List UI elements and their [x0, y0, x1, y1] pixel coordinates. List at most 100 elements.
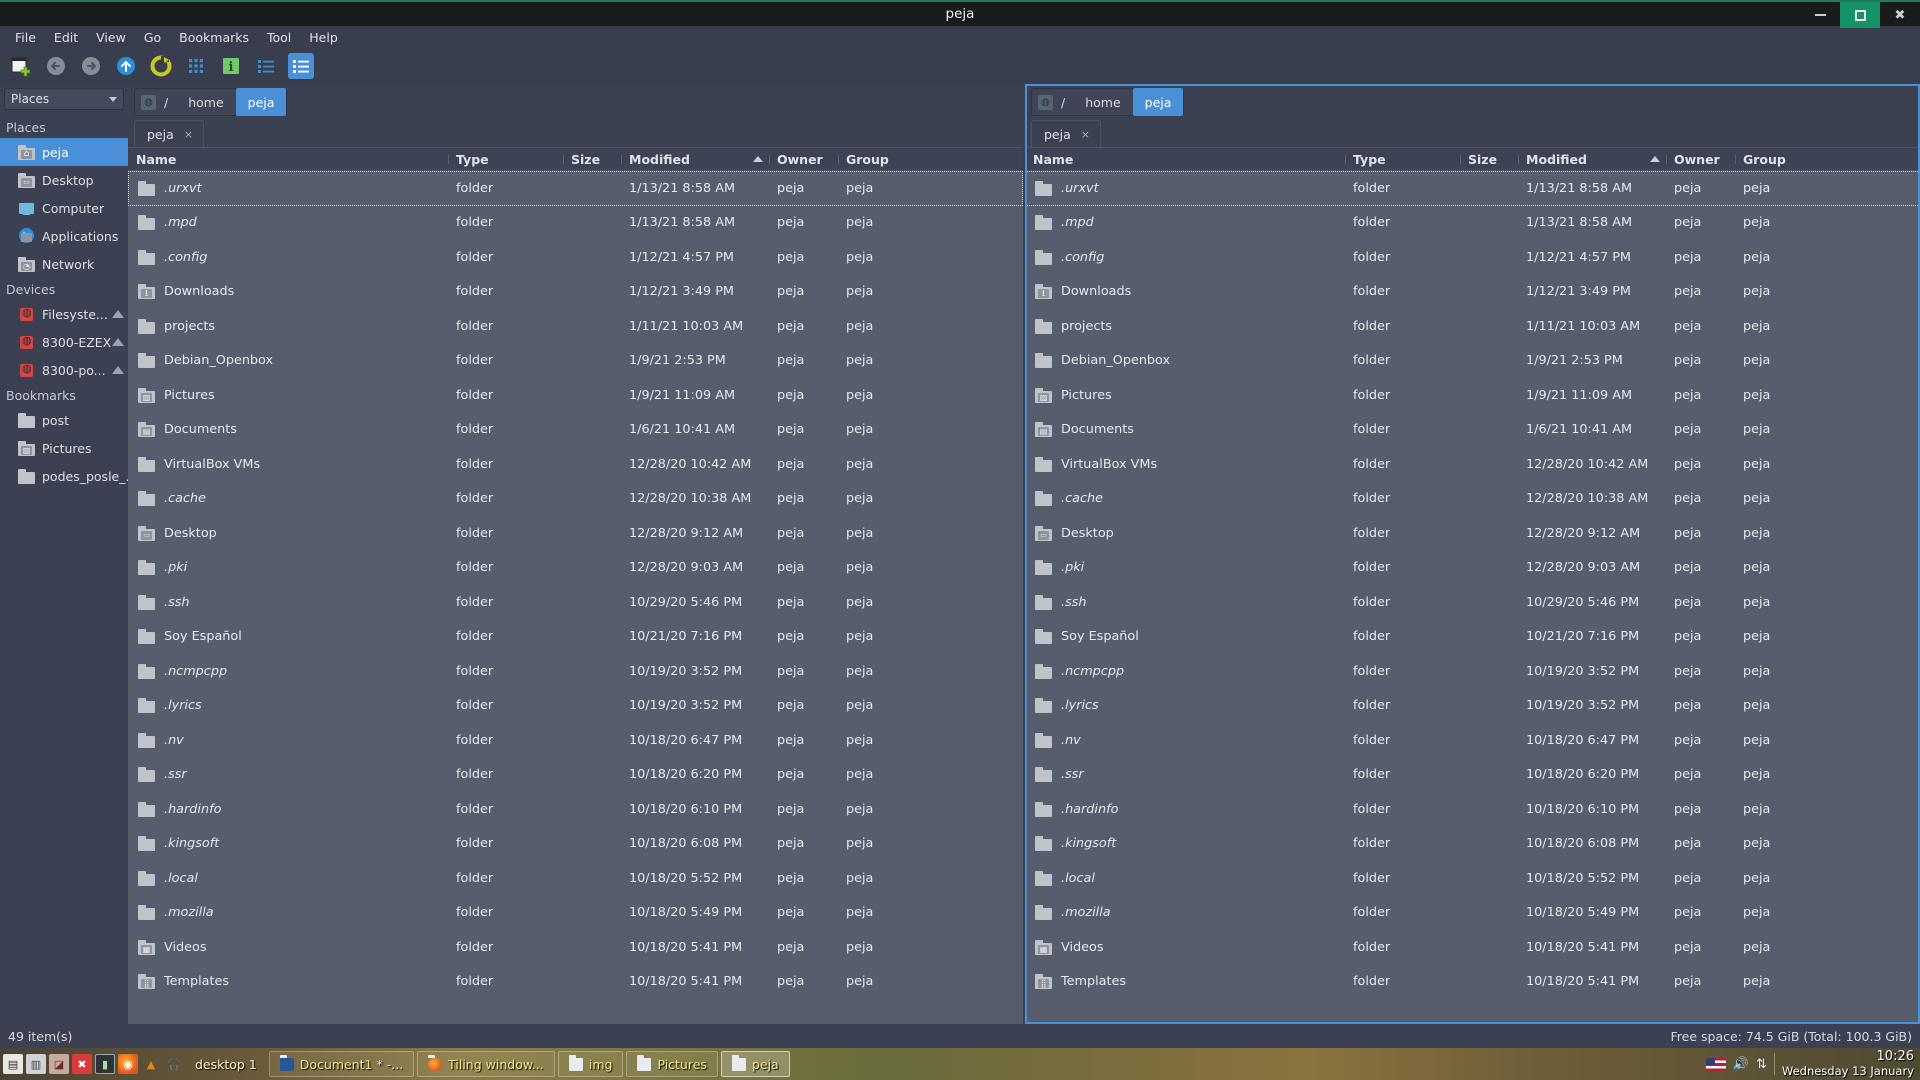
column-header-modified[interactable]: Modified — [1518, 152, 1666, 167]
minimize-button[interactable] — [1800, 2, 1840, 28]
sidebar-item-8300-ezex[interactable]: 8300-EZEX — [0, 328, 128, 356]
table-row[interactable]: Documents folder 1/6/21 10:41 AM peja peja — [128, 413, 1023, 448]
headphones-icon[interactable]: 🎧 — [164, 1054, 184, 1074]
table-row[interactable]: .ssr folder 10/18/20 6:20 PM peja peja — [128, 758, 1023, 793]
table-row[interactable]: Downloads folder 1/12/21 3:49 PM peja peja — [1025, 275, 1920, 310]
table-row[interactable]: .ssh folder 10/29/20 5:46 PM peja peja — [128, 585, 1023, 620]
table-row[interactable]: Desktop folder 12/28/20 9:12 AM peja peja — [1025, 516, 1920, 551]
menu-help[interactable]: Help — [300, 28, 347, 47]
column-header-size[interactable]: Size — [563, 152, 621, 167]
info-icon[interactable]: i — [218, 53, 244, 79]
up-icon[interactable] — [113, 53, 139, 79]
table-row[interactable]: .pki folder 12/28/20 9:03 AM peja peja — [1025, 551, 1920, 586]
column-header-group[interactable]: Group — [838, 152, 1023, 167]
sidebar-item-applications[interactable]: Applications — [0, 222, 128, 250]
table-row[interactable]: .hardinfo folder 10/18/20 6:10 PM peja peja — [1025, 792, 1920, 827]
table-row[interactable]: Documents folder 1/6/21 10:41 AM peja peja — [1025, 413, 1920, 448]
close-button[interactable]: ✖ — [1880, 2, 1920, 28]
firefox-icon[interactable]: ◉ — [118, 1054, 138, 1074]
sidebar-item-desktop[interactable]: Desktop — [0, 166, 128, 194]
sidebar-item-podes-posle[interactable]: podes_posle_... — [0, 462, 128, 490]
table-row[interactable]: Pictures folder 1/9/21 11:09 AM peja peja — [1025, 378, 1920, 413]
table-row[interactable]: VirtualBox VMs folder 12/28/20 10:42 AM pej… — [128, 447, 1023, 482]
column-header-size[interactable]: Size — [1460, 152, 1518, 167]
icon-view-icon[interactable] — [183, 53, 209, 79]
sidebar-item-filesyste[interactable]: Filesyste... — [0, 300, 128, 328]
sidebar-item-post[interactable]: post — [0, 406, 128, 434]
sidebar-item-computer[interactable]: Computer — [0, 194, 128, 222]
table-row[interactable]: .local folder 10/18/20 5:52 PM peja peja — [128, 861, 1023, 896]
table-row[interactable]: Soy Español folder 10/21/20 7:16 PM peja pej… — [128, 620, 1023, 655]
back-icon[interactable] — [43, 53, 69, 79]
eject-icon[interactable] — [112, 338, 124, 346]
table-row[interactable]: .lyrics folder 10/19/20 3:52 PM peja peja — [1025, 689, 1920, 724]
table-row[interactable]: .ssr folder 10/18/20 6:20 PM peja peja — [1025, 758, 1920, 793]
menu-edit[interactable]: Edit — [45, 28, 87, 47]
table-row[interactable]: .mpd folder 1/13/21 8:58 AM peja peja — [128, 206, 1023, 241]
left-tab-peja[interactable]: peja × — [134, 120, 204, 147]
table-row[interactable]: .local folder 10/18/20 5:52 PM peja peja — [1025, 861, 1920, 896]
table-row[interactable]: Videos folder 10/18/20 5:41 PM peja peja — [128, 930, 1023, 965]
column-header-owner[interactable]: Owner — [1666, 152, 1735, 167]
eject-icon[interactable] — [112, 310, 124, 318]
right-pathbar[interactable]: ◍ / home peja — [1031, 88, 1185, 116]
breadcrumb-root[interactable]: / — [1053, 89, 1073, 115]
maximize-button[interactable] — [1840, 2, 1880, 28]
table-row[interactable]: Debian_Openbox folder 1/9/21 2:53 PM peja pe… — [128, 344, 1023, 379]
task-button[interactable]: img — [557, 1051, 624, 1077]
table-row[interactable]: .cache folder 12/28/20 10:38 AM peja peja — [128, 482, 1023, 517]
table-row[interactable]: .ssh folder 10/29/20 5:46 PM peja peja — [1025, 585, 1920, 620]
breadcrumb-current[interactable]: peja — [235, 88, 287, 116]
breadcrumb-current[interactable]: peja — [1132, 88, 1184, 116]
table-row[interactable]: VirtualBox VMs folder 12/28/20 10:42 AM pej… — [1025, 447, 1920, 482]
eject-icon[interactable] — [112, 366, 124, 374]
table-row[interactable]: projects folder 1/11/21 10:03 AM peja peja — [1025, 309, 1920, 344]
table-row[interactable]: .cache folder 12/28/20 10:38 AM peja peja — [1025, 482, 1920, 517]
table-row[interactable]: Videos folder 10/18/20 5:41 PM peja peja — [1025, 930, 1920, 965]
table-row[interactable]: Pictures folder 1/9/21 11:09 AM peja peja — [128, 378, 1023, 413]
table-row[interactable]: .config folder 1/12/21 4:57 PM peja peja — [1025, 240, 1920, 275]
package-icon[interactable]: ◪ — [49, 1054, 69, 1074]
table-row[interactable]: .mozilla folder 10/18/20 5:49 PM peja peja — [128, 896, 1023, 931]
breadcrumb-home[interactable]: home — [176, 89, 235, 115]
close-icon[interactable]: × — [1081, 128, 1090, 141]
compact-view-icon[interactable] — [253, 53, 279, 79]
reload-icon[interactable] — [148, 53, 174, 79]
menu-bookmarks[interactable]: Bookmarks — [170, 28, 258, 47]
table-row[interactable]: Templates folder 10/18/20 5:41 PM peja peja — [128, 965, 1023, 1000]
clock[interactable]: 10:26 Wednesday 13 January — [1782, 1050, 1914, 1079]
sidebar-item-8300-po[interactable]: 8300-po... — [0, 356, 128, 384]
vlc-icon[interactable]: ▲ — [141, 1054, 161, 1074]
terminal-icon[interactable]: ▮ — [95, 1054, 115, 1074]
column-header-name[interactable]: Name — [1025, 152, 1345, 167]
task-button[interactable]: Tiling window... — [417, 1051, 555, 1077]
column-header-type[interactable]: Type — [1345, 152, 1460, 167]
table-row[interactable]: .kingsoft folder 10/18/20 6:08 PM peja peja — [128, 827, 1023, 862]
places-dropdown[interactable]: Places — [4, 88, 124, 110]
table-row[interactable]: Desktop folder 12/28/20 9:12 AM peja peja — [128, 516, 1023, 551]
menu-file[interactable]: File — [6, 28, 45, 47]
task-button[interactable]: Document1 * -... — [268, 1051, 415, 1077]
text-editor-icon[interactable]: ▤ — [3, 1054, 23, 1074]
table-row[interactable]: Templates folder 10/18/20 5:41 PM peja peja — [1025, 965, 1920, 1000]
close-icon[interactable]: × — [184, 128, 193, 141]
column-header-modified[interactable]: Modified — [621, 152, 769, 167]
table-row[interactable]: Debian_Openbox folder 1/9/21 2:53 PM peja pe… — [1025, 344, 1920, 379]
forward-icon[interactable] — [78, 53, 104, 79]
new-tab-icon[interactable] — [8, 53, 34, 79]
column-header-group[interactable]: Group — [1735, 152, 1920, 167]
file-manager-icon[interactable]: ▥ — [26, 1054, 46, 1074]
sidebar-item-pictures[interactable]: Pictures — [0, 434, 128, 462]
sidebar-item-network[interactable]: Network — [0, 250, 128, 278]
table-row[interactable]: .nv folder 10/18/20 6:47 PM peja peja — [128, 723, 1023, 758]
breadcrumb-root[interactable]: / — [156, 89, 176, 115]
sidebar-item-peja[interactable]: peja — [0, 138, 128, 166]
menu-view[interactable]: View — [87, 28, 135, 47]
table-row[interactable]: projects folder 1/11/21 10:03 AM peja peja — [128, 309, 1023, 344]
detailed-list-view-icon[interactable] — [288, 53, 314, 79]
table-row[interactable]: .ncmpcpp folder 10/19/20 3:52 PM peja peja — [1025, 654, 1920, 689]
task-button[interactable]: Pictures — [626, 1051, 718, 1077]
breadcrumb-home[interactable]: home — [1073, 89, 1132, 115]
left-pathbar[interactable]: ◍ / home peja — [134, 88, 288, 116]
task-button[interactable]: peja — [720, 1051, 790, 1077]
